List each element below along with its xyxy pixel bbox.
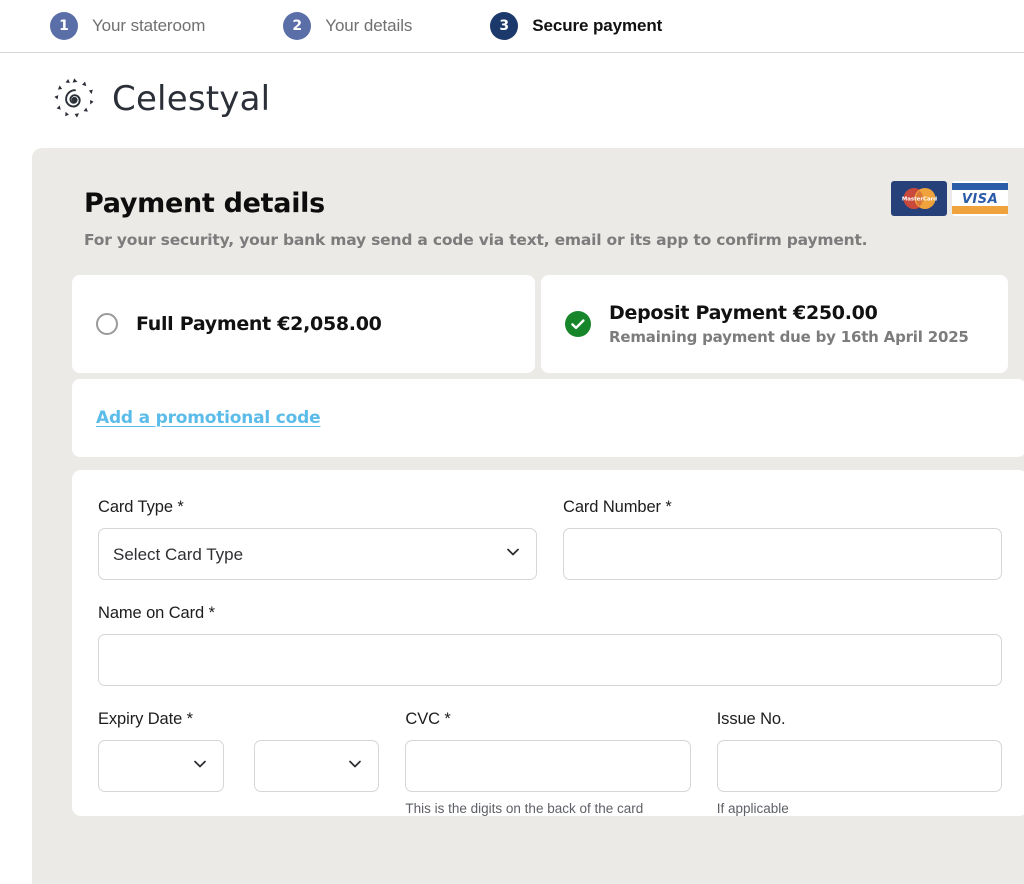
visa-logo: VISA: [952, 181, 1008, 216]
expiry-year-select[interactable]: [253, 740, 380, 792]
payment-security-note: For your security, your bank may send a …: [84, 231, 868, 249]
expiry-date-label: Expiry Date *: [98, 710, 193, 728]
payment-panel-header: Payment details For your security, your …: [52, 181, 1008, 249]
payment-option-deposit-note: Remaining payment due by 16th April 2025: [609, 328, 969, 346]
step-2-number-badge: 2: [283, 12, 312, 40]
payment-option-full-amount: €2,058.00: [277, 313, 382, 335]
payment-option-full-title: Full Payment: [136, 313, 271, 335]
step-item-1[interactable]: 1 Your stateroom: [50, 12, 205, 40]
page-title: Payment details: [84, 188, 325, 219]
brand-logo[interactable]: Celestyal: [52, 76, 270, 122]
payment-panel: Payment details For your security, your …: [32, 148, 1024, 884]
mastercard-logo: MasterCard: [891, 181, 947, 216]
card-type-field: Card Type * Select Card Type: [98, 498, 537, 580]
payment-option-deposit-label: Deposit Payment €250.00: [609, 302, 969, 324]
svg-text:VISA: VISA: [962, 192, 998, 207]
payment-options: Full Payment €2,058.00 Deposit Payment €…: [72, 275, 1008, 373]
expiry-year-select-wrap[interactable]: [253, 740, 380, 792]
add-promotional-code-link[interactable]: Add a promotional code: [96, 408, 321, 428]
cvc-field: CVC * This is the digits on the back of …: [405, 710, 691, 816]
issue-no-hint: If applicable: [716, 801, 789, 816]
svg-text:MasterCard: MasterCard: [902, 197, 937, 203]
payment-option-deposit-amount: €250.00: [793, 302, 878, 324]
name-on-card-input[interactable]: [98, 634, 1002, 686]
card-details-form: Card Type * Select Card Type Card Number…: [72, 470, 1024, 816]
expiry-month-select-wrap[interactable]: [98, 740, 224, 792]
celestyal-sun-spiral-icon: [52, 76, 98, 122]
promo-code-panel: Add a promotional code: [72, 379, 1024, 457]
expiry-year-spacer: [254, 710, 380, 729]
payment-option-full[interactable]: Full Payment €2,058.00: [72, 275, 536, 373]
name-on-card-label: Name on Card *: [98, 604, 215, 622]
card-type-select[interactable]: Select Card Type: [98, 528, 537, 580]
expiry-month-select[interactable]: [98, 740, 224, 792]
radio-unchecked-icon[interactable]: [96, 313, 118, 335]
cvc-input[interactable]: [405, 740, 691, 792]
card-type-select-wrap[interactable]: Select Card Type: [98, 528, 537, 580]
site-header: Celestyal: [0, 53, 1024, 145]
step-1-number-badge: 1: [50, 12, 78, 40]
step-2-label: Your details: [325, 16, 413, 35]
card-number-field: Card Number *: [563, 498, 1002, 580]
name-on-card-field: Name on Card *: [98, 604, 1002, 686]
card-type-label: Card Type *: [98, 498, 184, 516]
step-3-number-badge: 3: [490, 12, 519, 40]
payment-option-deposit-body: Deposit Payment €250.00 Remaining paymen…: [609, 302, 969, 346]
issue-no-label: Issue No.: [716, 710, 786, 728]
payment-option-deposit[interactable]: Deposit Payment €250.00 Remaining paymen…: [541, 275, 1008, 373]
form-row-expiry-cvc-issue: Expiry Date * CVC * This is the digits o…: [98, 710, 1002, 816]
form-row-name: Name on Card *: [98, 604, 1002, 686]
accepted-card-logos: MasterCard VISA: [891, 181, 1008, 216]
cvc-label: CVC *: [405, 710, 451, 728]
form-row-card: Card Type * Select Card Type Card Number…: [98, 498, 1002, 580]
card-number-label: Card Number *: [563, 498, 672, 516]
issue-no-input[interactable]: [716, 740, 1002, 792]
step-1-label: Your stateroom: [92, 16, 206, 35]
brand-name: Celestyal: [112, 79, 271, 119]
payment-option-full-label: Full Payment €2,058.00: [136, 313, 382, 335]
expiry-month-field: Expiry Date *: [98, 710, 224, 816]
issue-no-field: Issue No. If applicable: [716, 710, 1002, 816]
step-3-label: Secure payment: [532, 16, 663, 35]
cvc-hint: This is the digits on the back of the ca…: [405, 801, 644, 816]
step-item-3[interactable]: 3 Secure payment: [490, 12, 662, 40]
expiry-year-field: [253, 710, 380, 816]
checkout-step-bar: 1 Your stateroom 2 Your details 3 Secure…: [0, 0, 1024, 53]
payment-option-deposit-title: Deposit Payment: [609, 302, 787, 324]
check-circle-icon[interactable]: [565, 311, 592, 337]
card-number-input[interactable]: [563, 528, 1002, 580]
step-item-2[interactable]: 2 Your details: [283, 12, 412, 40]
